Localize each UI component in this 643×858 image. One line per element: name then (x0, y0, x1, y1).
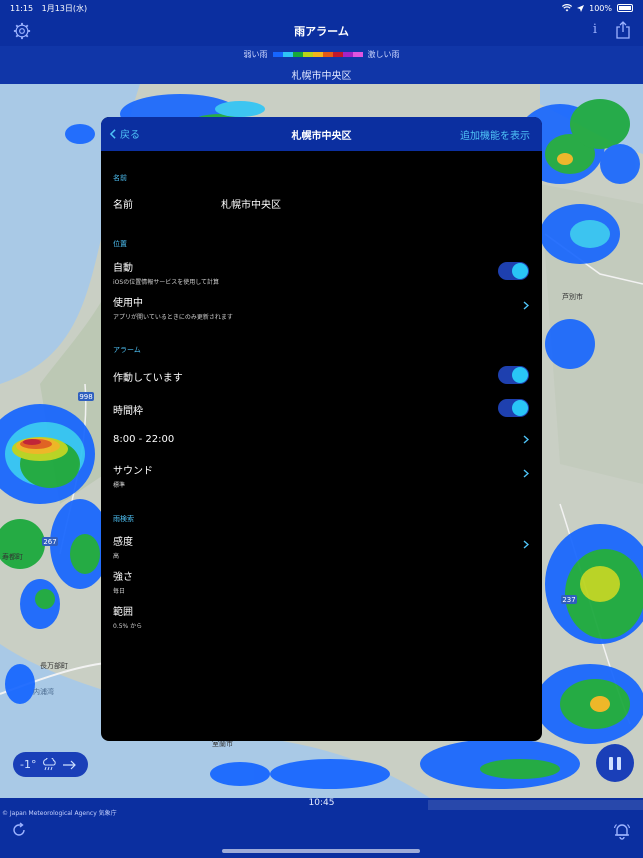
bell-icon[interactable] (613, 822, 631, 840)
legend-swatch (312, 52, 323, 57)
legend-weak-label: 弱い雨 (243, 50, 268, 59)
auto-location-subtitle: iOSの位置情報サービスを使用して計算 (113, 279, 220, 286)
sensitivity-title: 感度 (113, 537, 133, 548)
app-title: 雨アラーム (294, 25, 349, 38)
map-label-267: 267 (43, 538, 56, 546)
section-label-alarm: アラーム (113, 346, 141, 354)
pause-icon-bar (617, 756, 621, 770)
status-left: 11:15 1月13日(水) (10, 3, 93, 14)
chevron-left-icon (109, 128, 116, 139)
in-use-row[interactable]: 使用中 アプリが開いているときにのみ更新されます (113, 294, 529, 321)
legend-swatch (302, 52, 313, 57)
time-range-title: 8:00 - 22:00 (113, 434, 175, 445)
legend-swatch (292, 52, 303, 57)
legend-swatch (282, 52, 293, 57)
auto-location-row: 自動 iOSの位置情報サービスを使用して計算 (113, 259, 529, 286)
location-arrow-icon (577, 4, 585, 12)
legend-swatch (332, 52, 343, 57)
auto-location-title: 自動 (113, 263, 133, 274)
status-bar: 11:15 1月13日(水) 100% (0, 0, 643, 16)
alarm-active-title: 作動しています (113, 373, 183, 384)
battery-percent: 100% (589, 3, 612, 13)
timeframe-toggle[interactable] (498, 399, 529, 417)
name-row-title: 名前 (113, 200, 133, 211)
legend-strong-label: 激しい雨 (367, 50, 400, 59)
timeline-time: 10:45 (308, 798, 335, 808)
home-indicator (222, 849, 420, 853)
sensitivity-subtitle: 高 (113, 553, 120, 560)
legend-swatch (272, 52, 283, 57)
legend-swatch (352, 52, 363, 57)
in-use-subtitle: アプリが開いているときにのみ更新されます (113, 314, 233, 321)
battery-icon (617, 4, 633, 12)
alarm-active-row: 作動しています (113, 366, 529, 384)
in-use-title: 使用中 (113, 298, 143, 309)
legend-swatch (322, 52, 333, 57)
legend-row: 弱い雨 激しい雨 (0, 49, 643, 60)
legend-place-name: 札幌市中央区 (291, 71, 352, 82)
auto-location-toggle[interactable] (498, 262, 529, 280)
gear-icon[interactable] (13, 22, 31, 40)
sound-row[interactable]: サウンド 標準 (113, 462, 529, 489)
time-range-row[interactable]: 8:00 - 22:00 (113, 434, 529, 445)
share-icon[interactable] (615, 21, 631, 39)
chevron-right-icon (523, 301, 529, 310)
map-label-237: 237 (562, 596, 575, 604)
range-subtitle: 0.5% から (113, 623, 143, 630)
intensity-title: 強さ (113, 572, 133, 583)
section-label-location: 位置 (113, 240, 127, 248)
chevron-right-icon (523, 469, 529, 478)
intensity-subtitle: 毎日 (113, 588, 126, 595)
section-label-detection: 雨検索 (113, 515, 134, 523)
range-row[interactable]: 範囲 0.5% から (113, 603, 529, 630)
back-label: 戻る (120, 130, 140, 141)
chevron-right-icon (523, 540, 529, 549)
map-label-998: 998 (79, 393, 92, 401)
status-time: 11:15 (10, 3, 34, 13)
bottom-bar: 10:45 © Japan Meteorological Agency 気象庁 (0, 798, 643, 858)
legend-bar: 弱い雨 激しい雨 札幌市中央区 (0, 46, 643, 84)
sensitivity-row[interactable]: 感度 高 (113, 533, 529, 560)
alarm-active-toggle[interactable] (498, 366, 529, 384)
refresh-icon[interactable] (11, 822, 27, 838)
legend-swatch (342, 52, 353, 57)
sound-subtitle: 標準 (113, 482, 126, 489)
intensity-row[interactable]: 強さ 毎日 (113, 568, 529, 595)
status-right: 100% (562, 4, 633, 13)
top-nav: 雨アラーム i (0, 16, 643, 46)
back-button[interactable]: 戻る (109, 126, 140, 141)
pause-icon-bar (609, 756, 613, 770)
modal-title: 札幌市中央区 (291, 130, 352, 142)
range-title: 範囲 (113, 607, 133, 618)
show-more-features-button[interactable]: 追加機能を表示 (460, 127, 530, 142)
pause-button[interactable] (596, 744, 634, 782)
info-icon[interactable]: i (593, 22, 597, 37)
timeframe-title: 時間枠 (113, 406, 143, 417)
timeframe-row: 時間枠 (113, 399, 529, 417)
chevron-right-icon (523, 435, 529, 444)
map-label-uchiura: 内浦湾 (33, 687, 54, 696)
name-row-value: 札幌市中央区 (221, 200, 281, 211)
sound-title: サウンド (113, 466, 153, 477)
arrow-right-icon (63, 760, 77, 769)
modal-header: 戻る 札幌市中央区 追加機能を表示 (101, 117, 542, 151)
status-date: 1月13日(水) (41, 3, 88, 13)
attribution: © Japan Meteorological Agency 気象庁 (2, 810, 117, 817)
map-label-suttsu: 寿都町 (2, 552, 23, 561)
name-row[interactable]: 名前 札幌市中央区 (113, 196, 529, 211)
temperature-value: -1° (20, 758, 37, 771)
map-label-ashibetsu: 芦別市 (562, 292, 583, 301)
rain-cloud-icon (43, 758, 57, 771)
legend-swatches (272, 52, 363, 57)
map-label-oshamambe: 長万部町 (40, 661, 68, 670)
location-settings-modal: 戻る 札幌市中央区 追加機能を表示 名前 名前 札幌市中央区 位置 自動 iOS… (101, 117, 542, 741)
temperature-pill[interactable]: -1° (13, 752, 88, 777)
section-label-name: 名前 (113, 174, 127, 182)
wifi-icon (562, 4, 573, 12)
